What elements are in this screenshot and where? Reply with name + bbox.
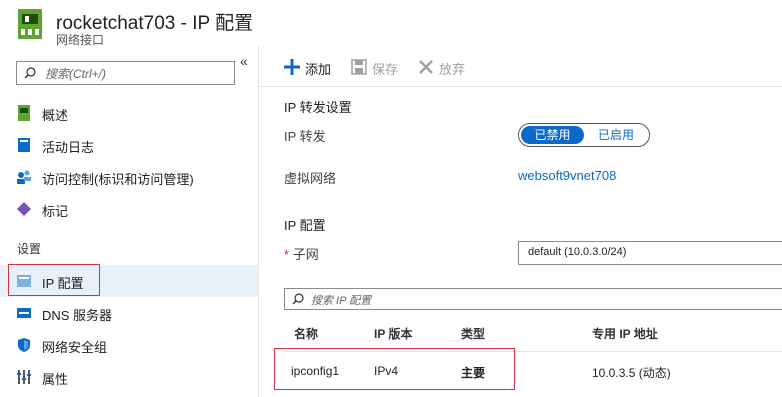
subnet-select[interactable]: default (10.0.3.0/24) (518, 241, 782, 265)
menu-search-placeholder: 搜索(Ctrl+/) (45, 67, 106, 81)
save-icon (351, 59, 367, 75)
subnet-label-text: 子网 (292, 247, 319, 262)
highlight-outline (274, 348, 515, 390)
ip-forwarding-toggle[interactable]: 已禁用 已启用 (518, 123, 650, 147)
tag-icon (17, 202, 31, 216)
subnet-select-value: default (10.0.3.0/24) (528, 246, 627, 258)
column-header-ip-version: IP 版本 (374, 327, 413, 341)
settings-section-label: 设置 (17, 242, 42, 256)
properties-icon (17, 370, 31, 384)
vnet-label: 虚拟网络 (284, 171, 337, 186)
add-label: 添加 (305, 62, 332, 77)
sidebar-item-label: 标记 (42, 204, 69, 219)
toggle-option-enabled[interactable]: 已启用 (585, 126, 647, 144)
activity-log-icon (18, 138, 30, 152)
column-header-name: 名称 (294, 327, 319, 341)
vnet-link[interactable]: websoft9vnet708 (518, 168, 616, 183)
sidebar-item-overview[interactable]: 概述 (0, 97, 258, 129)
ip-config-search-input[interactable]: 搜索 IP 配置 (284, 288, 782, 310)
discard-label: 放弃 (439, 62, 466, 77)
ip-forwarding-label: IP 转发 (284, 129, 326, 144)
close-icon (419, 60, 433, 74)
toggle-option-disabled[interactable]: 已禁用 (521, 126, 584, 144)
save-label: 保存 (372, 62, 399, 77)
collapse-menu-button[interactable]: « (240, 53, 248, 69)
sidebar-item-label: 概述 (42, 108, 69, 123)
sidebar-item-security-group[interactable]: 网络安全组 (0, 329, 258, 361)
sidebar-item-label: DNS 服务器 (42, 308, 113, 323)
network-interface-icon (18, 9, 42, 39)
column-header-type: 类型 (461, 327, 486, 341)
sidebar-item-dns-servers[interactable]: DNS 服务器 (0, 297, 258, 329)
menu-search-input[interactable]: 搜索(Ctrl+/) (16, 61, 235, 85)
sidebar-item-label: 访问控制(标识和访问管理) (42, 172, 194, 187)
search-icon (24, 67, 36, 79)
subnet-label: * 子网 (284, 244, 319, 263)
resource-menu: « 搜索(Ctrl+/) 概述 活动日志 访问控制(标识和访问管理) 标记 设置 (0, 46, 259, 397)
sidebar-item-label: 属性 (42, 372, 69, 387)
sidebar-item-access-control[interactable]: 访问控制(标识和访问管理) (0, 161, 258, 193)
ip-config-search-placeholder: 搜索 IP 配置 (311, 295, 372, 307)
sidebar-item-properties[interactable]: 属性 (0, 361, 258, 393)
sidebar-item-label: 活动日志 (42, 140, 95, 155)
sidebar-item-label: 网络安全组 (42, 340, 108, 355)
blade-header: rocketchat703 - IP 配置 网络接口 (0, 0, 782, 47)
shield-icon (18, 338, 30, 352)
command-bar: 添加 保存 放弃 (259, 46, 782, 87)
access-control-icon (17, 170, 31, 184)
sidebar-item-activity-log[interactable]: 活动日志 (0, 129, 258, 161)
plus-icon (284, 59, 300, 75)
highlight-outline (8, 264, 100, 296)
cell-private-ip: 10.0.3.5 (动态) (592, 366, 671, 380)
dns-icon (17, 308, 31, 318)
column-header-private-ip: 专用 IP 地址 (592, 327, 658, 341)
main-content: 添加 保存 放弃 IP 转发设置 IP 转发 已禁用 已启用 虚拟网络 webs… (259, 46, 782, 397)
sidebar-item-tags[interactable]: 标记 (0, 193, 258, 225)
ip-forwarding-section-title: IP 转发设置 (284, 100, 352, 115)
search-icon (292, 293, 304, 305)
required-mark: * (284, 247, 290, 262)
ip-config-section-title: IP 配置 (284, 218, 326, 233)
overview-icon (18, 105, 30, 121)
